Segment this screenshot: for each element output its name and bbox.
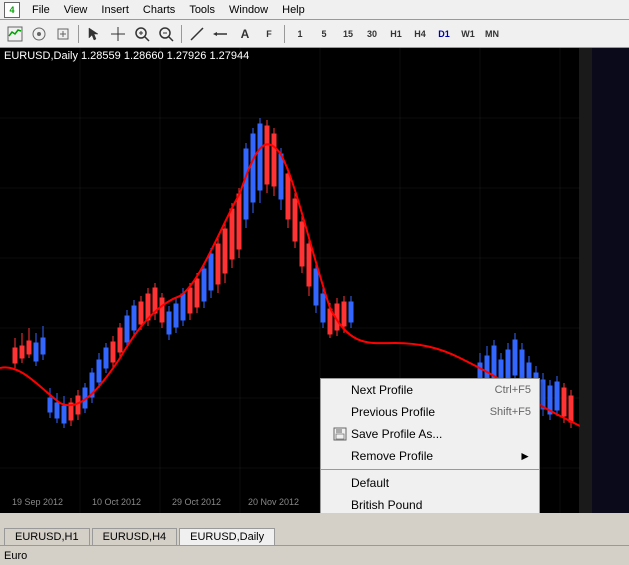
tab-eurusd-h4[interactable]: EURUSD,H4: [92, 528, 178, 545]
svg-text:20 Nov 2012: 20 Nov 2012: [248, 497, 299, 507]
period15-btn[interactable]: 15: [337, 23, 359, 45]
menu-insert[interactable]: Insert: [95, 3, 135, 17]
default-label: Default: [351, 476, 531, 490]
next-profile-shortcut: Ctrl+F5: [495, 384, 531, 396]
expert-btn[interactable]: [52, 23, 74, 45]
period30-btn[interactable]: 30: [361, 23, 383, 45]
periodw1-btn[interactable]: W1: [457, 23, 479, 45]
periodh4-btn[interactable]: H4: [409, 23, 431, 45]
menu-help[interactable]: Help: [276, 3, 311, 17]
context-menu-default[interactable]: Default: [321, 472, 539, 494]
menu-bar: 4 File View Insert Charts Tools Window H…: [0, 0, 629, 20]
svg-text:19 Sep 2012: 19 Sep 2012: [12, 497, 63, 507]
previous-profile-shortcut: Shift+F5: [490, 406, 531, 418]
new-chart-btn[interactable]: [4, 23, 26, 45]
crosshair-btn[interactable]: [107, 23, 129, 45]
menu-file[interactable]: File: [26, 3, 56, 17]
chart-area[interactable]: EURUSD,Daily 1.28559 1.28660 1.27926 1.2…: [0, 48, 629, 513]
periodh1-btn[interactable]: H1: [385, 23, 407, 45]
sep2: [181, 25, 182, 43]
text-tool-btn[interactable]: A: [234, 23, 256, 45]
periodmn-btn[interactable]: MN: [481, 23, 503, 45]
cursor-btn[interactable]: [83, 23, 105, 45]
sep1: [78, 25, 79, 43]
chart-header: EURUSD,Daily 1.28559 1.28660 1.27926 1.2…: [4, 50, 249, 62]
svg-text:29 Oct 2012: 29 Oct 2012: [172, 497, 221, 507]
save-profile-label: Save Profile As...: [351, 427, 531, 441]
bottom-bar: EURUSD,H1 EURUSD,H4 EURUSD,Daily Euro: [0, 521, 629, 565]
menu-tools[interactable]: Tools: [183, 3, 221, 17]
svg-text:10 Oct 2012: 10 Oct 2012: [92, 497, 141, 507]
zoom-in-btn[interactable]: [131, 23, 153, 45]
line-btn[interactable]: [186, 23, 208, 45]
tabs-row: EURUSD,H1 EURUSD,H4 EURUSD,Daily: [0, 521, 629, 545]
period-btn[interactable]: 1: [289, 23, 311, 45]
context-menu: Next Profile Ctrl+F5 Previous Profile Sh…: [320, 378, 540, 513]
period5-btn[interactable]: 5: [313, 23, 335, 45]
remove-profile-label: Remove Profile: [351, 449, 519, 463]
british-pound-label: British Pound: [351, 498, 531, 512]
zoom-out-btn[interactable]: [155, 23, 177, 45]
tab-eurusd-h1[interactable]: EURUSD,H1: [4, 528, 90, 545]
next-profile-label: Next Profile: [351, 383, 495, 397]
hline-btn[interactable]: [210, 23, 232, 45]
fib-btn[interactable]: F: [258, 23, 280, 45]
menu-window[interactable]: Window: [223, 3, 274, 17]
indicator-btn[interactable]: [28, 23, 50, 45]
previous-profile-label: Previous Profile: [351, 405, 490, 419]
menu-charts[interactable]: Charts: [137, 3, 181, 17]
context-menu-previous-profile[interactable]: Previous Profile Shift+F5: [321, 401, 539, 423]
sep3: [284, 25, 285, 43]
app-icon: 4: [4, 2, 20, 18]
periodd1-btn[interactable]: D1: [433, 23, 455, 45]
save-profile-icon: [329, 427, 351, 441]
remove-profile-arrow: ►: [519, 449, 531, 463]
status-bar: Euro: [0, 545, 629, 565]
context-menu-save-profile[interactable]: Save Profile As...: [321, 423, 539, 445]
context-menu-next-profile[interactable]: Next Profile Ctrl+F5: [321, 379, 539, 401]
tab-eurusd-daily[interactable]: EURUSD,Daily: [179, 528, 275, 545]
separator-1: [321, 469, 539, 470]
context-menu-british-pound[interactable]: British Pound: [321, 494, 539, 513]
status-text: Euro: [4, 550, 27, 562]
context-menu-remove-profile[interactable]: Remove Profile ►: [321, 445, 539, 467]
menu-view[interactable]: View: [58, 3, 94, 17]
toolbar: A F 1 5 15 30 H1 H4 D1 W1 MN: [0, 20, 629, 48]
